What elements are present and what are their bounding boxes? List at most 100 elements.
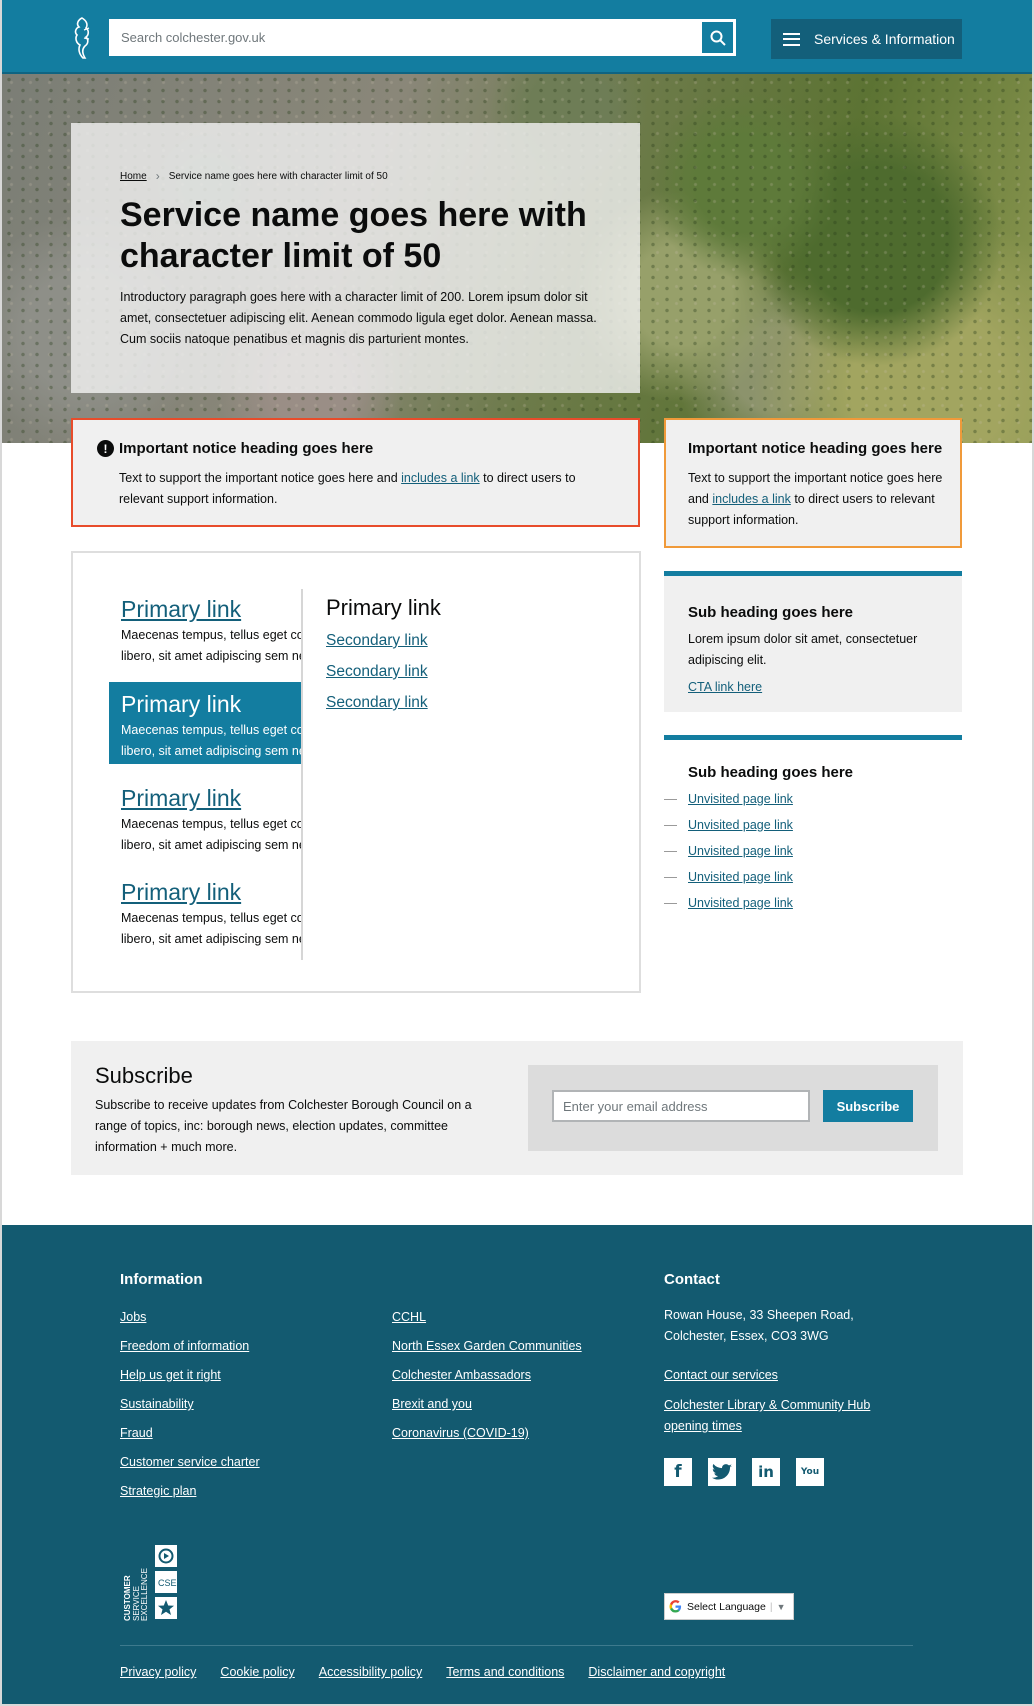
secondary-link[interactable]: Secondary link xyxy=(326,631,441,651)
cta-link[interactable]: CTA link here xyxy=(688,680,762,694)
page-link[interactable]: Unvisited page link xyxy=(688,792,793,806)
page-link[interactable]: Unvisited page link xyxy=(688,896,793,910)
primary-link-desc: libero, sit amet adipiscing sem neque se… xyxy=(121,838,303,852)
breadcrumb-home-link[interactable]: Home xyxy=(120,171,147,182)
search-button[interactable] xyxy=(702,22,733,53)
page-title: Service name goes here with character li… xyxy=(120,196,587,275)
services-menu-button[interactable]: Services & Information xyxy=(771,19,962,59)
youtube-icon[interactable]: You xyxy=(796,1458,824,1486)
important-notice-alert: ! Important notice heading goes here Tex… xyxy=(71,418,640,527)
secondary-link[interactable]: Secondary link xyxy=(326,662,441,682)
list-item: Contact our services xyxy=(664,1365,904,1386)
breadcrumb: Home › Service name goes here with chara… xyxy=(120,169,388,183)
primary-link-item[interactable]: Primary link Maecenas tempus, tellus ege… xyxy=(109,778,303,860)
primary-link-desc: Maecenas tempus, tellus eget condimentum xyxy=(121,911,303,925)
list-item: Colchester Ambassadors xyxy=(392,1367,582,1383)
sidebar-heading: Sub heading goes here xyxy=(688,764,854,781)
address-line: Rowan House, 33 Sheepen Road, xyxy=(664,1308,854,1322)
footer-divider xyxy=(120,1645,913,1646)
page-link[interactable]: Unvisited page link xyxy=(688,844,793,858)
contact-services-link[interactable]: Contact our services xyxy=(664,1368,778,1382)
primary-link[interactable]: Primary link xyxy=(121,878,303,906)
footer-link[interactable]: Jobs xyxy=(120,1310,146,1324)
sidebar-links-box: Sub heading goes here Unvisited page lin… xyxy=(664,735,962,920)
notice-link[interactable]: includes a link xyxy=(712,492,791,506)
list-item: Customer service charter xyxy=(120,1454,260,1470)
footer-link[interactable]: Freedom of information xyxy=(120,1339,249,1353)
list-item: Unvisited page link xyxy=(664,894,962,912)
language-select[interactable]: Select Language | ▼ xyxy=(664,1593,794,1620)
address-line: Colchester, Essex, CO3 3WG xyxy=(664,1329,829,1343)
footer-link[interactable]: Customer service charter xyxy=(120,1455,260,1469)
list-item: Fraud xyxy=(120,1425,260,1441)
notice-heading: Important notice heading goes here xyxy=(119,440,374,457)
secondary-link[interactable]: Secondary link xyxy=(326,693,441,713)
vertical-divider xyxy=(301,589,303,960)
sidebar-cta-box: Sub heading goes here Lorem ipsum dolor … xyxy=(664,571,962,712)
facebook-icon[interactable]: f xyxy=(664,1458,692,1486)
footer-link[interactable]: CCHL xyxy=(392,1310,426,1324)
list-item: Unvisited page link xyxy=(664,790,962,808)
notice-heading: Important notice heading goes here xyxy=(688,440,943,457)
language-select-label: Select Language xyxy=(687,1600,766,1613)
primary-link[interactable]: Primary link xyxy=(121,595,303,623)
intro-paragraph: Introductory paragraph goes here with a … xyxy=(120,290,597,346)
primary-links-list: Primary link Maecenas tempus, tellus ege… xyxy=(73,589,303,960)
privacy-policy-link[interactable]: Privacy policy xyxy=(120,1665,196,1679)
customer-service-excellence-logo: CUSTOMER SERVICE EXCELLENCE CSE xyxy=(123,1545,177,1621)
primary-link-item[interactable]: Primary link Maecenas tempus, tellus ege… xyxy=(109,872,303,954)
search-bar xyxy=(109,19,736,56)
chevron-right-icon: › xyxy=(155,169,160,183)
accessibility-policy-link[interactable]: Accessibility policy xyxy=(319,1665,423,1679)
terms-link[interactable]: Terms and conditions xyxy=(446,1665,564,1679)
subscribe-form: Subscribe xyxy=(528,1065,938,1151)
linkedin-icon[interactable]: in xyxy=(752,1458,780,1486)
page-link[interactable]: Unvisited page link xyxy=(688,818,793,832)
footer-link[interactable]: Sustainability xyxy=(120,1397,194,1411)
footer-info-links: Jobs Freedom of information Help us get … xyxy=(120,1309,260,1512)
notice-link[interactable]: includes a link xyxy=(401,471,480,485)
list-item: Jobs xyxy=(120,1309,260,1325)
list-item: CCHL xyxy=(392,1309,582,1325)
footer-link[interactable]: Strategic plan xyxy=(120,1484,196,1498)
notice-text: Text to support the important notice goe… xyxy=(119,468,589,510)
primary-link-item-active[interactable]: Primary link Maecenas tempus, tellus ege… xyxy=(109,682,303,764)
subscribe-section: Subscribe Subscribe to receive updates f… xyxy=(71,1041,963,1175)
page-link[interactable]: Unvisited page link xyxy=(688,870,793,884)
social-links: f in You xyxy=(664,1458,840,1486)
list-item: Colchester Library & Community Hub openi… xyxy=(664,1395,904,1437)
email-field[interactable] xyxy=(552,1090,810,1122)
primary-link[interactable]: Primary link xyxy=(121,690,303,718)
cookie-policy-link[interactable]: Cookie policy xyxy=(220,1665,294,1679)
footer-link[interactable]: Brexit and you xyxy=(392,1397,472,1411)
primary-link-desc: libero, sit amet adipiscing sem neque se… xyxy=(121,744,303,758)
primary-link-desc: Maecenas tempus, tellus eget condimentum xyxy=(121,723,303,737)
google-icon xyxy=(669,1600,682,1613)
search-input[interactable] xyxy=(111,21,703,54)
primary-link-desc: Maecenas tempus, tellus eget condimentum xyxy=(121,628,303,642)
list-item: Help us get it right xyxy=(120,1367,260,1383)
council-logo[interactable] xyxy=(70,16,94,60)
library-hub-link[interactable]: Colchester Library & Community Hub openi… xyxy=(664,1398,870,1433)
hamburger-icon xyxy=(783,32,800,46)
footer-link[interactable]: Help us get it right xyxy=(120,1368,221,1382)
sidebar-text: Lorem ipsum dolor sit amet, consectetuer… xyxy=(688,632,918,667)
primary-link-item[interactable]: Primary link Maecenas tempus, tellus ege… xyxy=(109,589,303,671)
footer-link[interactable]: Coronavirus (COVID-19) xyxy=(392,1426,529,1440)
footer-link[interactable]: North Essex Garden Communities xyxy=(392,1339,582,1353)
footer-link[interactable]: Colchester Ambassadors xyxy=(392,1368,531,1382)
footer-info-heading: Information xyxy=(120,1271,203,1288)
subscribe-button[interactable]: Subscribe xyxy=(823,1090,913,1122)
search-icon xyxy=(710,30,726,46)
twitter-icon[interactable] xyxy=(708,1458,736,1486)
footer-link[interactable]: Fraud xyxy=(120,1426,153,1440)
contact-address: Rowan House, 33 Sheepen Road, Colchester… xyxy=(664,1305,894,1347)
service-links-card: Primary link Maecenas tempus, tellus ege… xyxy=(71,551,641,993)
footer-info-links-2: CCHL North Essex Garden Communities Colc… xyxy=(392,1309,582,1454)
disclaimer-link[interactable]: Disclaimer and copyright xyxy=(588,1665,725,1679)
cse-badge-text: CSE xyxy=(158,1578,177,1588)
primary-link[interactable]: Primary link xyxy=(121,784,303,812)
hero-panel: Home › Service name goes here with chara… xyxy=(71,123,640,393)
breadcrumb-current: Service name goes here with character li… xyxy=(168,170,388,182)
site-footer: Information Jobs Freedom of information … xyxy=(2,1225,1032,1706)
